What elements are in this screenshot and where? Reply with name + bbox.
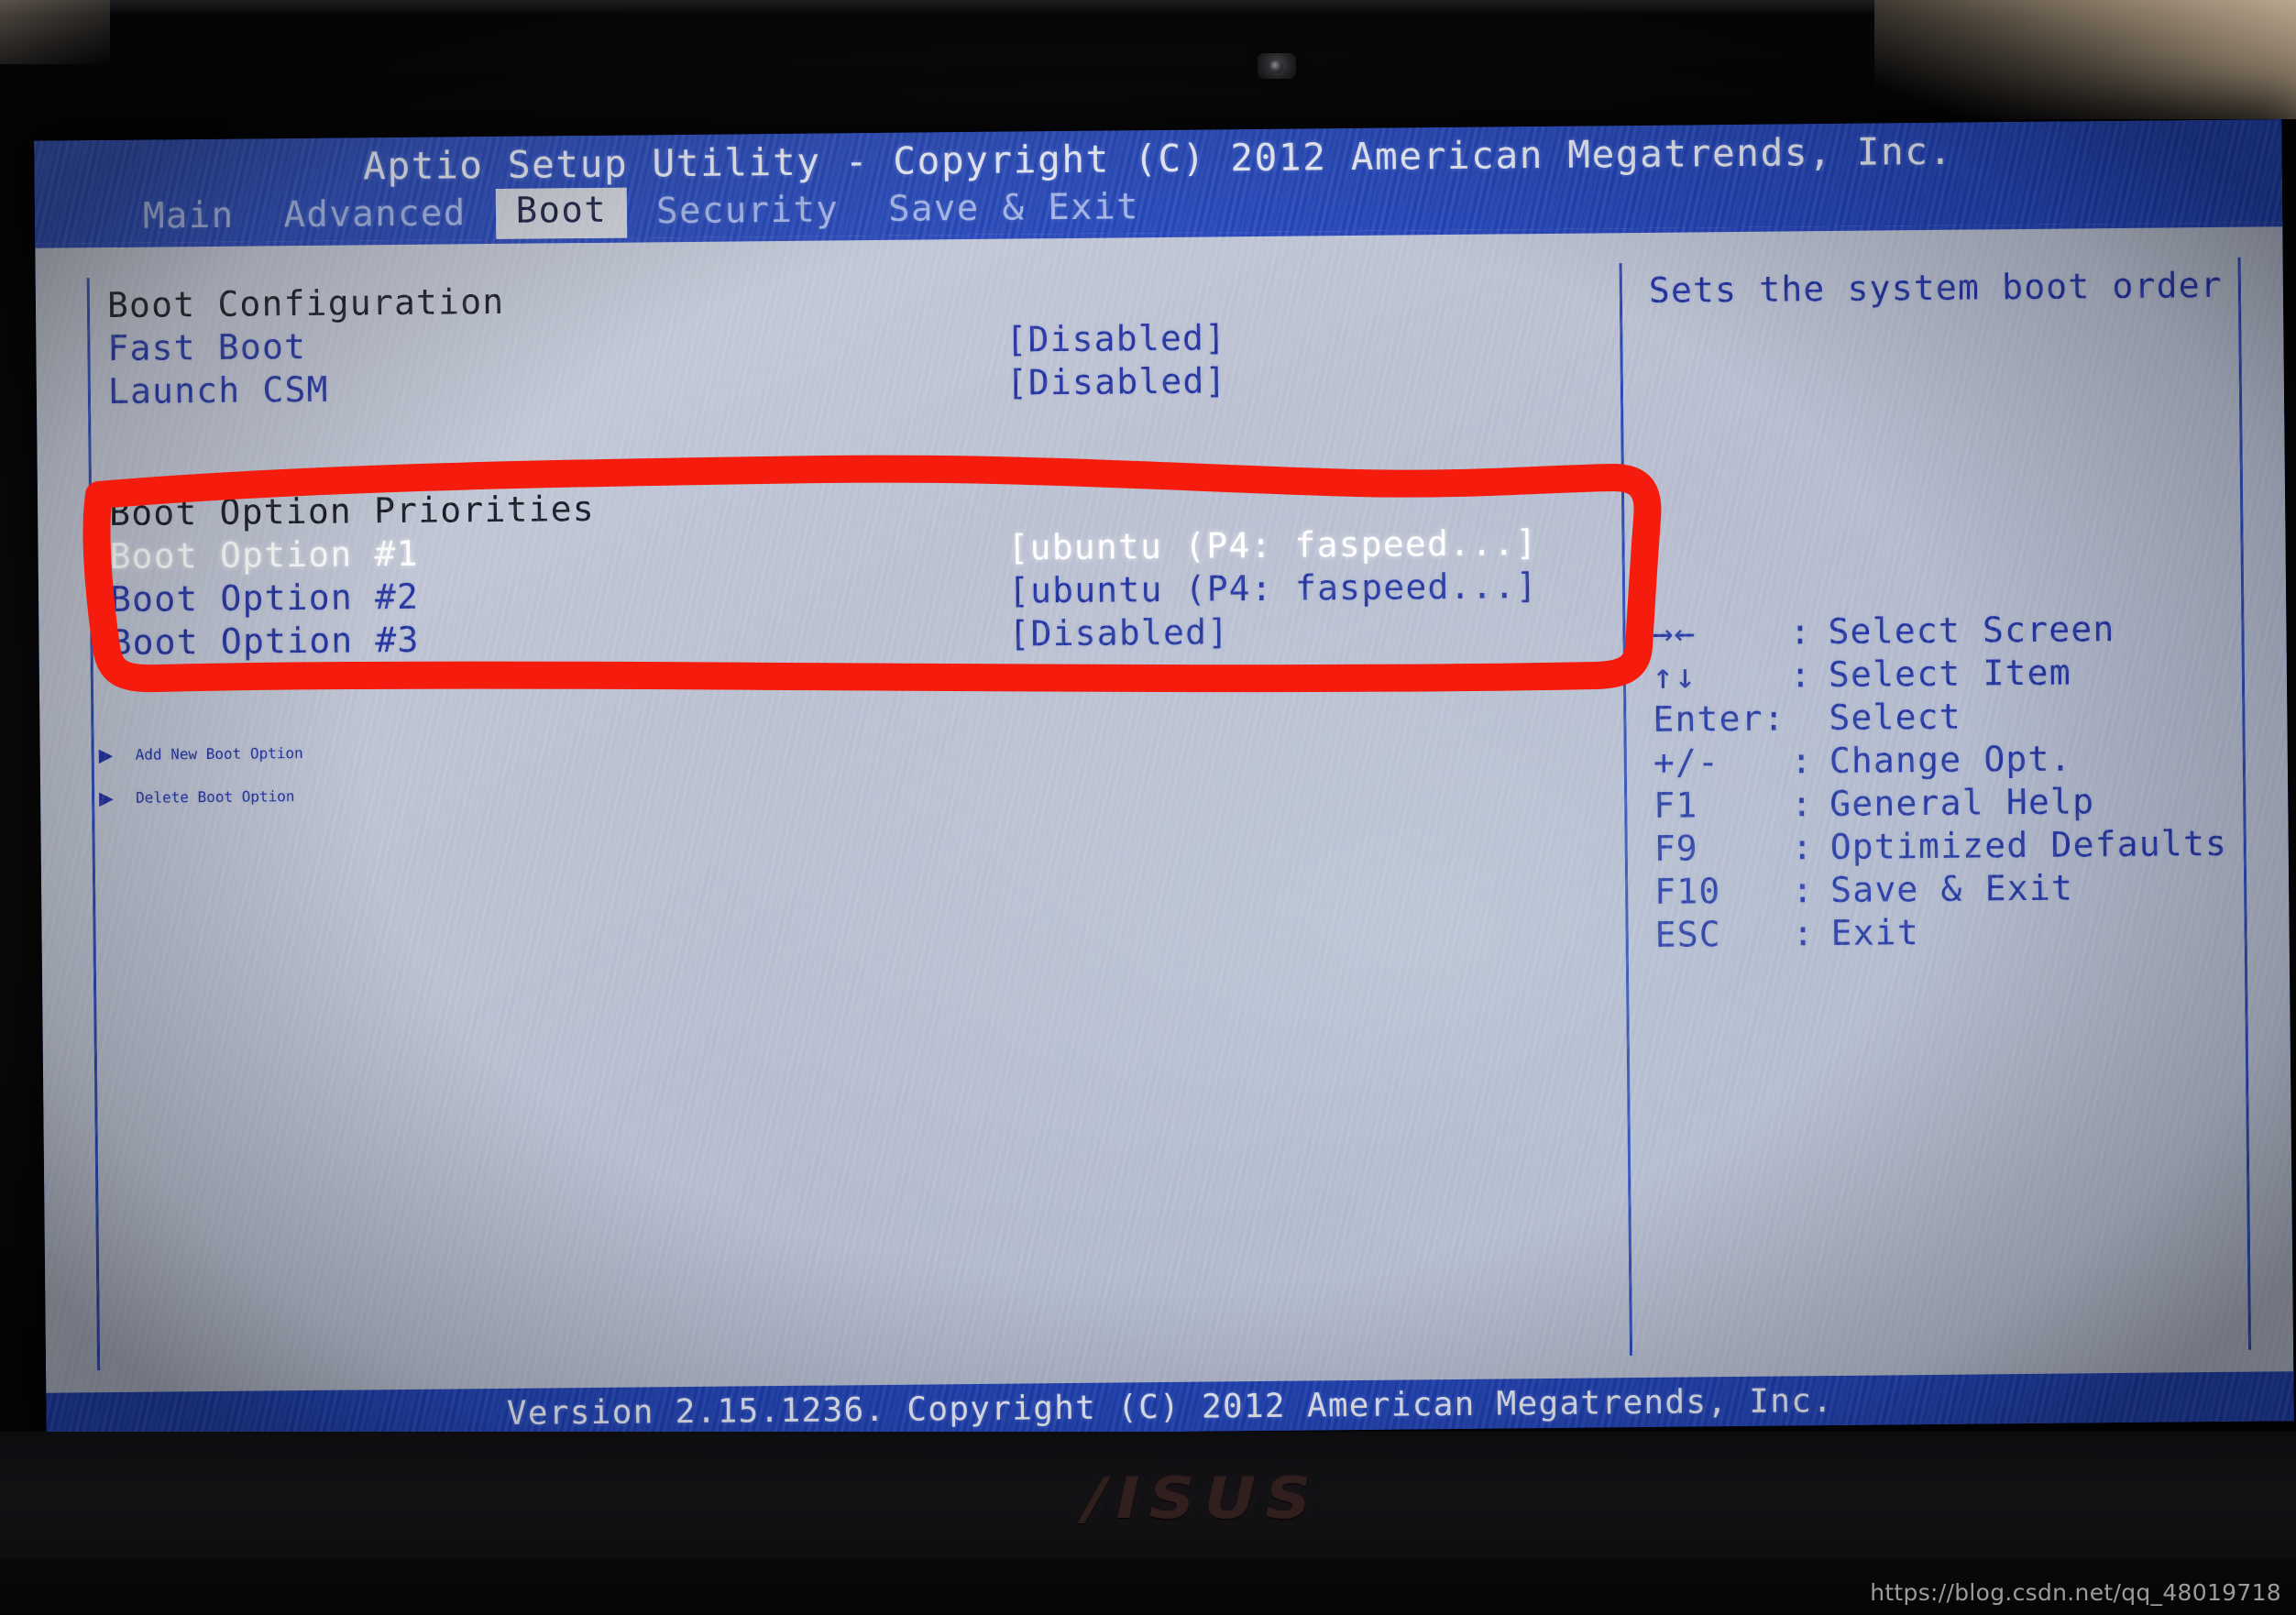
- key-action-label: Exit: [1830, 912, 1920, 954]
- boot-option-2-label: Boot Option #2: [109, 576, 420, 621]
- key-action-label: General Help: [1829, 781, 2095, 825]
- boot-option-3-label: Boot Option #3: [110, 619, 420, 664]
- key-action-label: Select Item: [1828, 652, 2071, 696]
- key-action-label: Save & Exit: [1829, 867, 2074, 911]
- key-separator: :: [1791, 827, 1815, 868]
- key-action-label: Select: [1829, 696, 1962, 739]
- tab-advanced[interactable]: Advanced: [263, 191, 487, 243]
- key-separator: :: [1789, 611, 1812, 653]
- help-description: Sets the system boot order: [1648, 264, 2224, 311]
- tab-save-exit[interactable]: Save & Exit: [868, 184, 1159, 237]
- boot-option-2-value[interactable]: [ubuntu (P4: faspeed...]: [1008, 566, 1538, 611]
- key-action-label: Optimized Defaults: [1829, 822, 2228, 868]
- arrow-left-right-icon: →←: [1652, 612, 1697, 654]
- key-separator: :: [1792, 913, 1815, 954]
- help-pane: Sets the system boot order: [1649, 264, 2274, 311]
- bios-body-panel: Boot Configuration Fast Boot [Disabled] …: [35, 222, 2294, 1395]
- key-separator: :: [1791, 870, 1815, 911]
- launch-csm-value[interactable]: [Disabled]: [1006, 360, 1227, 402]
- key-legend-row-general-help: F1 : General Help: [1653, 780, 2227, 829]
- key-legend: →← : Select Screen ↑↓ : Select Item Ente…: [1652, 608, 2228, 958]
- triangle-right-icon: ▶: [98, 741, 114, 769]
- settings-pane: Boot Configuration Fast Boot [Disabled] …: [99, 270, 1607, 819]
- key-legend-row-select-item: ↑↓ : Select Item: [1653, 651, 2226, 699]
- webcam-lens: [1269, 60, 1283, 73]
- bios-screen: Aptio Setup Utility - Copyright (C) 2012…: [34, 119, 2294, 1443]
- boot-option-1-value[interactable]: [ubuntu (P4: faspeed...]: [1007, 522, 1537, 568]
- key-separator: :: [1791, 784, 1814, 825]
- enter-key-label: Enter:: [1653, 698, 1786, 740]
- key-action-label: Select Screen: [1828, 609, 2115, 653]
- key-legend-row-optimized-defaults: F9 : Optimized Defaults: [1654, 823, 2228, 872]
- ambient-light-left: [0, 0, 110, 64]
- boot-option-priorities-heading: Boot Option Priorities: [108, 488, 596, 534]
- version-text: Version 2.15.1236. Copyright (C) 2012 Am…: [506, 1381, 1834, 1433]
- key-legend-row-enter-select: Enter: Select: [1653, 694, 2226, 742]
- tab-security[interactable]: Security: [636, 187, 860, 239]
- f10-key-label: F10: [1653, 871, 1721, 912]
- add-new-boot-option-label: Add New Boot Option: [135, 744, 303, 764]
- fast-boot-value[interactable]: [Disabled]: [1005, 317, 1226, 359]
- boot-configuration-heading: Boot Configuration: [106, 280, 505, 326]
- ambient-light-right: [1874, 0, 2296, 119]
- boot-option-1-label: Boot Option #1: [109, 533, 419, 577]
- arrow-up-down-icon: ↑↓: [1652, 655, 1697, 697]
- watermark-url: https://blog.csdn.net/qq_48019718: [1870, 1579, 2281, 1606]
- key-legend-row-save-exit: F10 : Save & Exit: [1654, 866, 2228, 915]
- launch-csm-label: Launch CSM: [107, 368, 329, 412]
- f1-key-label: F1: [1653, 785, 1698, 826]
- f9-key-label: F9: [1653, 828, 1699, 869]
- key-legend-row-select-screen: →← : Select Screen: [1652, 608, 2225, 656]
- boot-option-3-value[interactable]: [Disabled]: [1008, 611, 1229, 654]
- fast-boot-label: Fast Boot: [107, 325, 307, 369]
- key-separator: :: [1789, 654, 1813, 696]
- key-separator: :: [1790, 741, 1814, 782]
- key-legend-row-change-opt: +/- : Change Opt.: [1653, 737, 2227, 786]
- esc-key-label: ESC: [1654, 914, 1722, 955]
- delete-boot-option-label: Delete Boot Option: [136, 787, 295, 807]
- key-action-label: Change Opt.: [1829, 738, 2072, 782]
- tab-boot[interactable]: Boot: [495, 187, 628, 241]
- tab-main[interactable]: Main: [123, 192, 255, 244]
- key-legend-row-exit: ESC : Exit: [1654, 909, 2228, 958]
- plus-minus-key-label: +/-: [1653, 742, 1720, 783]
- triangle-right-icon: ▶: [98, 784, 114, 812]
- asus-brand-logo: /ISUS: [1083, 1465, 1321, 1532]
